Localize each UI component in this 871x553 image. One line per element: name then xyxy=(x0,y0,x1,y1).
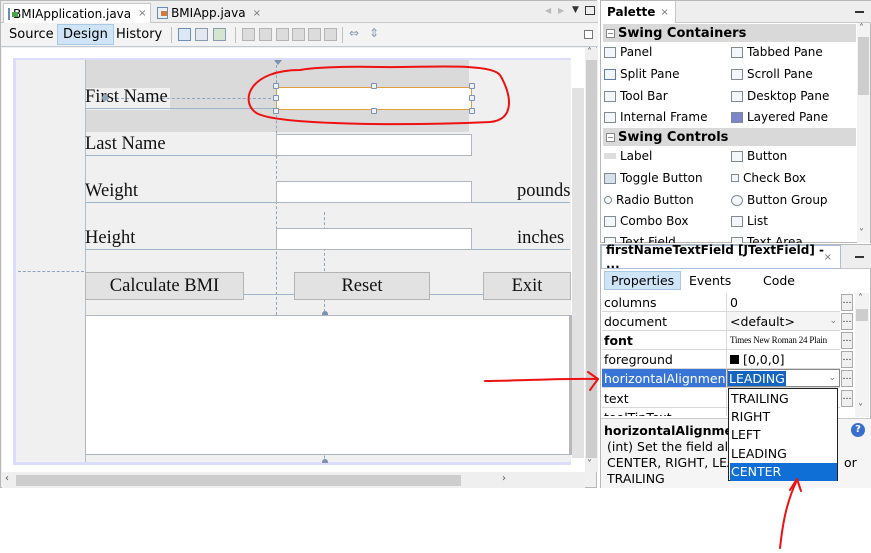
annotation-circle xyxy=(247,65,510,126)
annotation-arrow xyxy=(779,478,802,549)
annotation-arrow xyxy=(484,371,599,391)
annotation-overlay xyxy=(247,65,802,549)
